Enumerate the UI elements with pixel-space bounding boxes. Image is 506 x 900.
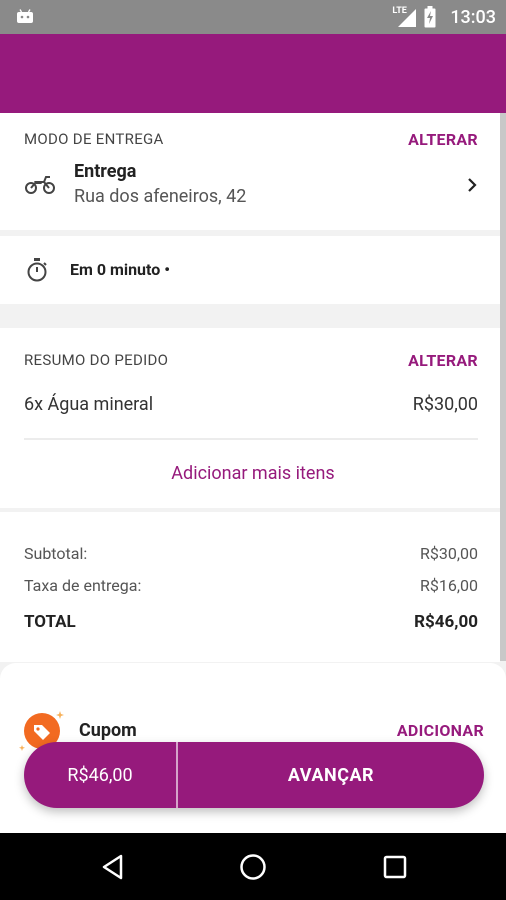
delivery-mode-title: Entrega [74,161,137,182]
order-summary-card: RESUMO DO PEDIDO ALTERAR 6x Água mineral… [0,328,500,508]
divider [24,438,478,440]
total-label: TOTAL [24,612,76,632]
recents-icon[interactable] [383,855,407,879]
coupon-label: Cupom [79,720,137,741]
app-bar [0,34,506,113]
eta-text: Em 0 minuto • [70,260,170,279]
navigation-bar [0,833,506,900]
chevron-right-icon[interactable] [466,177,478,193]
back-icon[interactable] [101,854,125,880]
android-notification-icon [17,9,33,23]
battery-charging-icon [424,6,436,28]
change-delivery-button[interactable]: ALTERAR [408,130,478,149]
advance-button[interactable]: AVANÇAR [178,742,484,808]
checkout-total-price: R$46,00 [24,742,178,808]
delivery-fee-value: R$16,00 [420,576,478,595]
totals-card: Subtotal: R$30,00 Taxa de entrega: R$16,… [0,512,500,662]
subtotal-value: R$30,00 [420,544,478,563]
order-item-price: R$30,00 [412,394,478,415]
add-more-items-link[interactable]: Adicionar mais itens [0,463,506,484]
add-coupon-button[interactable]: ADICIONAR [397,721,484,740]
order-summary-label: RESUMO DO PEDIDO [24,351,169,369]
eta-card: Em 0 minuto • [0,236,500,304]
home-icon[interactable] [239,853,267,881]
clock: 13:03 [450,6,496,28]
delivery-mode-card: MODO DE ENTREGA ALTERAR Entrega Rua dos … [0,113,500,230]
checkout-button[interactable]: R$46,00 AVANÇAR [24,742,484,808]
delivery-mode-label: MODO DE ENTREGA [24,130,164,148]
scrollbar[interactable] [500,113,506,661]
delivery-address: Rua dos afeneiros, 42 [74,186,247,207]
subtotal-label: Subtotal: [24,544,88,563]
stopwatch-icon [27,258,47,282]
order-item-name: 6x Água mineral [24,394,154,415]
total-value: R$46,00 [414,612,478,632]
change-order-button[interactable]: ALTERAR [408,351,478,370]
delivery-fee-label: Taxa de entrega: [24,576,142,595]
lte-signal-icon: LTE [392,6,417,27]
motorcycle-icon [25,176,55,194]
status-bar: LTE 13:03 [0,0,506,34]
